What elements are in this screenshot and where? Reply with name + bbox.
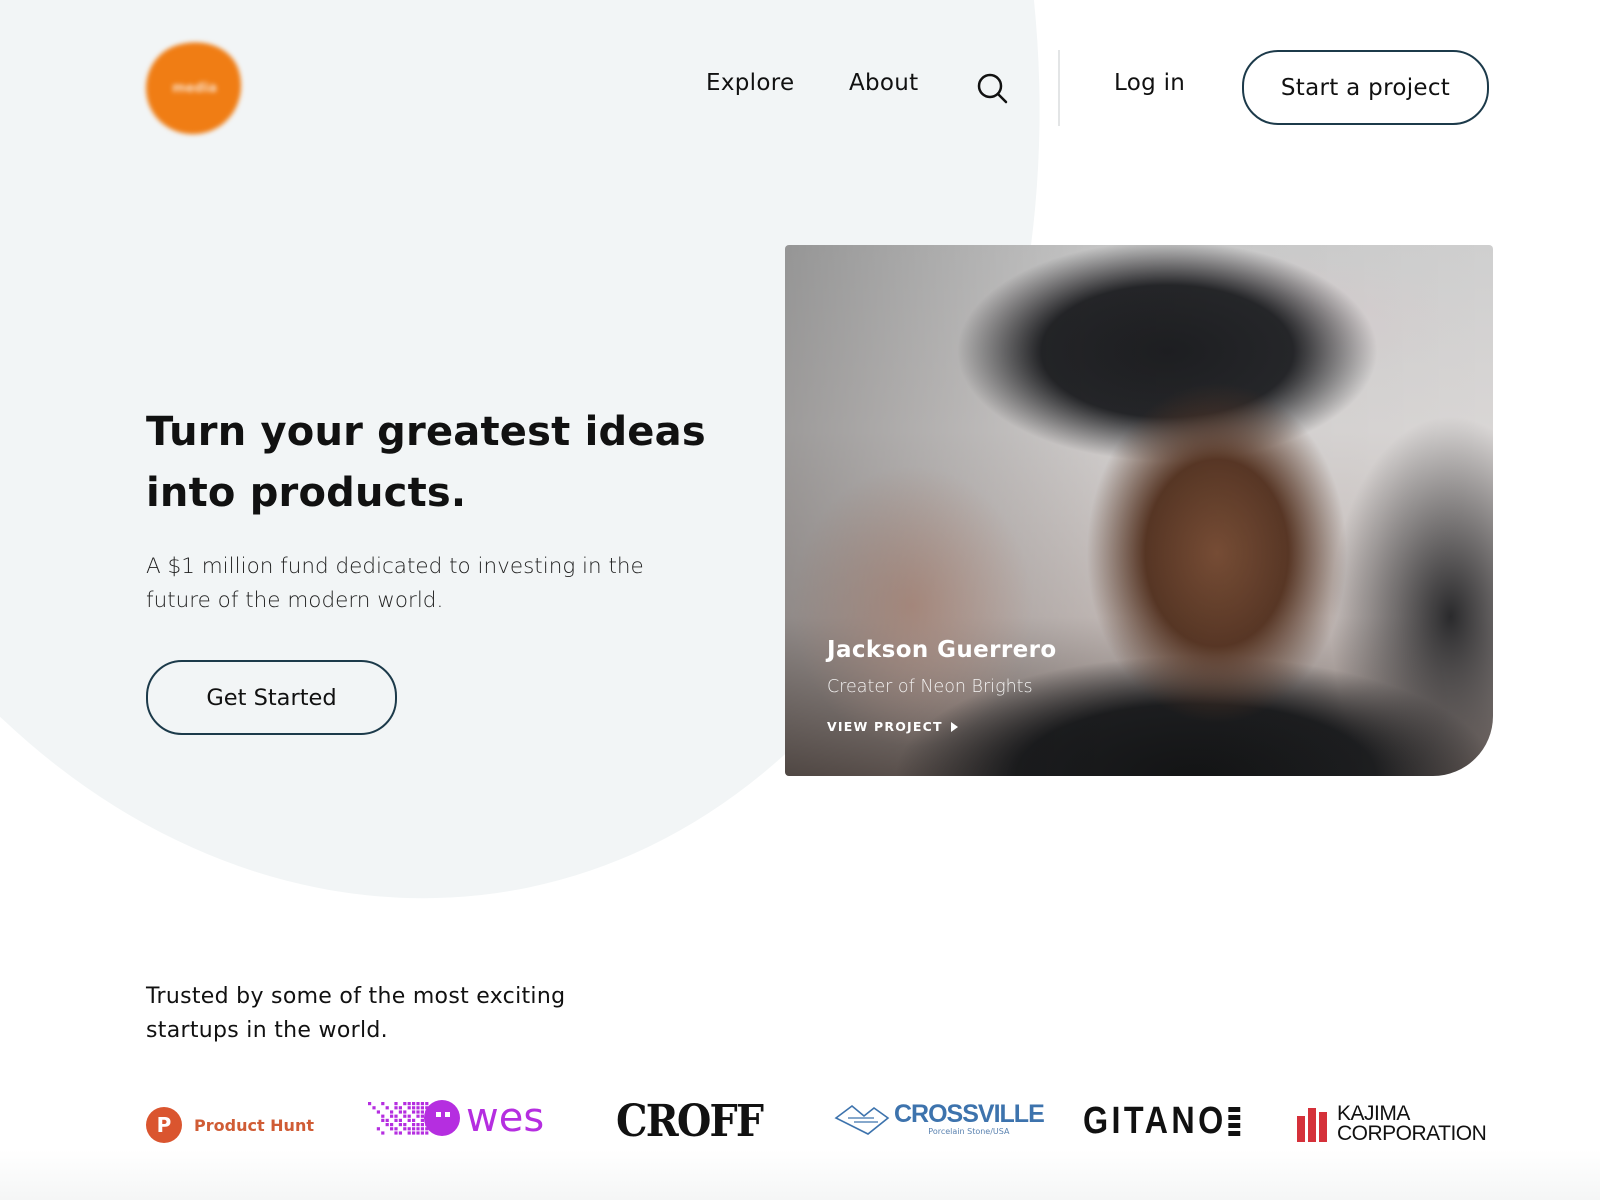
kajima-mark-icon	[1297, 1106, 1327, 1142]
wes-pixel	[416, 1110, 420, 1114]
wes-pixel	[381, 1114, 385, 1118]
brand-logo-text: media	[171, 80, 217, 96]
wes-pixel	[416, 1127, 420, 1131]
wes-pixel	[381, 1118, 385, 1122]
wes-pixel	[394, 1127, 398, 1131]
wes-pixel	[416, 1123, 420, 1127]
wes-pixel	[398, 1123, 402, 1127]
trusted-heading: Trusted by some of the most exciting sta…	[146, 984, 566, 1043]
wes-pixel	[394, 1131, 398, 1135]
wes-pixel	[420, 1123, 424, 1127]
wes-pixel	[398, 1106, 402, 1110]
login-link[interactable]: Log in	[1114, 70, 1185, 96]
product-hunt-icon: P	[146, 1107, 182, 1143]
gitano-text: GITANO	[1083, 1100, 1227, 1142]
wes-pixel	[385, 1106, 389, 1110]
wes-pixel	[412, 1102, 416, 1106]
view-project-link[interactable]: VIEW PROJECT	[827, 719, 958, 734]
featured-role: Creater of Neon Brights	[827, 677, 1033, 697]
wes-pixel	[385, 1123, 389, 1127]
wes-pixel	[403, 1123, 407, 1127]
start-project-button[interactable]: Start a project	[1242, 50, 1489, 125]
wes-pixel	[420, 1127, 424, 1131]
get-started-button[interactable]: Get Started	[146, 660, 397, 735]
wes-pixel	[394, 1102, 398, 1106]
view-project-label: VIEW PROJECT	[827, 719, 943, 734]
wes-pixel	[390, 1110, 394, 1114]
wes-pixel	[407, 1106, 411, 1110]
logo-wes: wes	[368, 1095, 545, 1141]
wes-pixel	[412, 1131, 416, 1135]
logo-kajima: KAJIMA CORPORATION	[1297, 1102, 1487, 1145]
product-hunt-text: Product Hunt	[194, 1115, 314, 1135]
featured-project-card[interactable]: Jackson Guerrero Creater of Neon Brights…	[785, 245, 1493, 776]
wes-pixel	[407, 1127, 411, 1131]
wes-pixel	[394, 1114, 398, 1118]
wes-pixel	[368, 1102, 372, 1106]
kajima-line2: CORPORATION	[1337, 1122, 1487, 1145]
wes-pixel	[390, 1123, 394, 1127]
wes-pixel	[412, 1123, 416, 1127]
nav-divider	[1058, 50, 1060, 126]
crossville-tagline: Porcelain Stone/USA	[928, 1126, 1010, 1136]
wes-pixel	[420, 1106, 424, 1110]
wes-pixel	[412, 1127, 416, 1131]
wes-pixel-icon	[368, 1102, 429, 1135]
wes-pixel	[398, 1110, 402, 1114]
nav-about[interactable]: About	[849, 70, 919, 96]
logo-crossville: CROSSVILLE Porcelain Stone/USA	[834, 1099, 1045, 1136]
wes-pixel	[407, 1102, 411, 1106]
wes-pixel	[416, 1106, 420, 1110]
logo-croff: CROFF	[616, 1096, 764, 1147]
nav-explore[interactable]: Explore	[706, 70, 794, 96]
hero-title: Turn your greatest ideas into products.	[146, 409, 706, 516]
wes-pixel	[403, 1127, 407, 1131]
wes-pixel	[420, 1131, 424, 1135]
wes-pixel	[394, 1118, 398, 1122]
wes-pixel	[407, 1118, 411, 1122]
wes-pixel	[407, 1114, 411, 1118]
wes-pixel	[398, 1131, 402, 1135]
wes-pixel	[420, 1102, 424, 1106]
wes-pixel	[372, 1106, 376, 1110]
wes-pixel	[412, 1106, 416, 1110]
wes-pixel	[416, 1131, 420, 1135]
wes-pixel	[425, 1131, 429, 1135]
search-icon[interactable]	[976, 72, 1008, 104]
wes-pixel	[412, 1118, 416, 1122]
wes-face-icon	[424, 1100, 460, 1136]
wes-pixel	[407, 1131, 411, 1135]
wes-pixel	[381, 1131, 385, 1135]
crossville-mountain-icon	[834, 1104, 890, 1135]
wes-pixel	[390, 1114, 394, 1118]
play-icon	[950, 721, 958, 732]
featured-name: Jackson Guerrero	[827, 637, 1057, 663]
wes-pixel	[376, 1127, 380, 1131]
logo-gitano: GITANO	[1083, 1100, 1241, 1143]
bottom-fade	[0, 1150, 1600, 1200]
wes-pixel	[390, 1127, 394, 1131]
kajima-line1: KAJIMA	[1337, 1102, 1410, 1125]
wes-pixel	[412, 1110, 416, 1114]
crossville-text: CROSSVILLE	[894, 1099, 1045, 1128]
logo-product-hunt: P Product Hunt	[146, 1107, 314, 1143]
wes-pixel	[376, 1110, 380, 1114]
wes-pixel	[403, 1114, 407, 1118]
gitano-bars-icon	[1228, 1107, 1241, 1136]
wes-pixel	[403, 1110, 407, 1114]
wes-pixel	[398, 1118, 402, 1122]
wes-pixel	[394, 1106, 398, 1110]
wes-pixel	[385, 1118, 389, 1122]
wes-pixel	[416, 1114, 420, 1118]
hero-subtitle: A $1 million fund dedicated to investing…	[146, 554, 644, 613]
wes-pixel	[416, 1102, 420, 1106]
wes-pixel	[403, 1102, 407, 1106]
wes-text: wes	[466, 1095, 545, 1141]
wes-pixel	[381, 1102, 385, 1106]
